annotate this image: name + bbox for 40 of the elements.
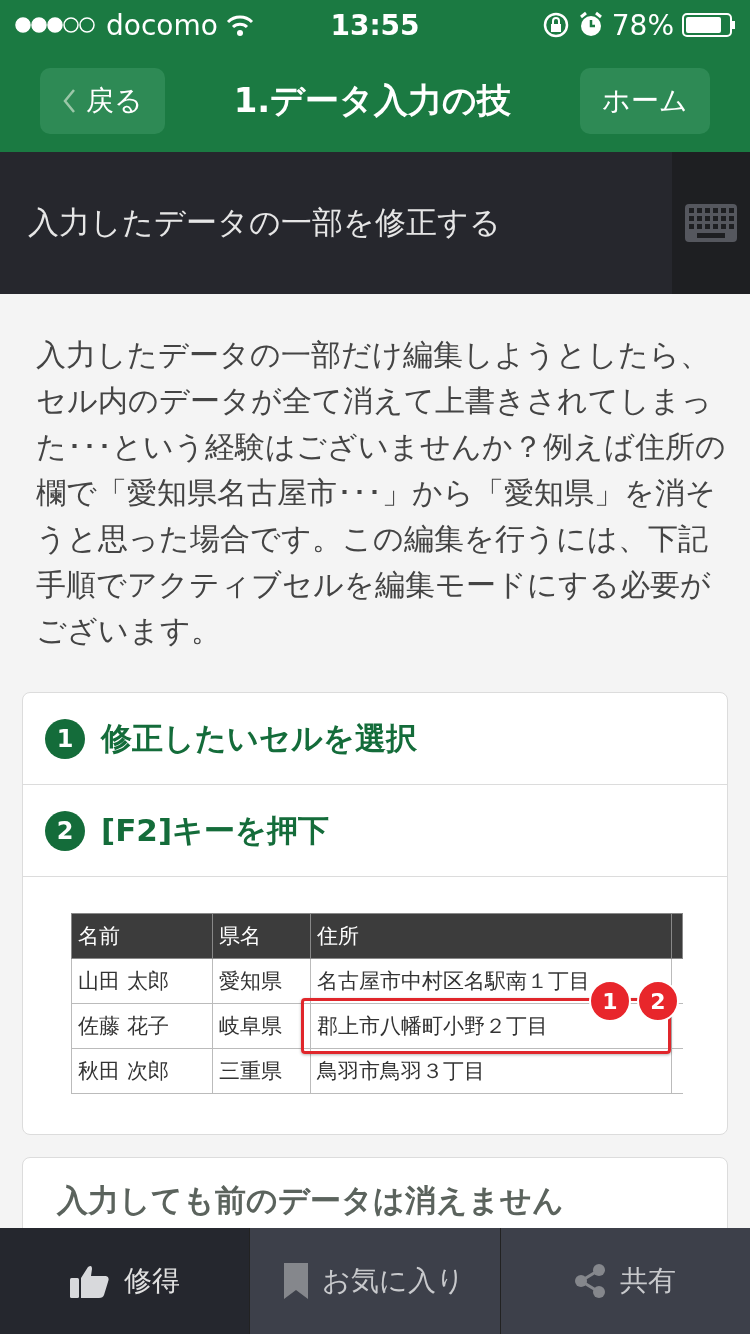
table-cell: 三重県	[212, 1048, 311, 1094]
tab-item[interactable]: 修得	[0, 1228, 250, 1334]
home-button[interactable]: ホーム	[580, 68, 710, 134]
column-header	[671, 913, 683, 959]
section-title: 入力したデータの一部を修正する	[27, 203, 502, 242]
table-cell: 愛知県	[212, 958, 311, 1004]
table-cell: 秋田 次郎	[71, 1048, 213, 1094]
intro-paragraph: 入力したデータの一部だけ編集しようとしたら、セル内のデータが全て消えて上書きされてしまった･･･という経験はございませんか？例えば住所の欄で「愛知県名古屋市･･･」から「愛知県」を消そうと思った場合です。この編集を行うには、下記手順でアクティブセルを編集モードにする必要がございます。	[36, 336, 727, 650]
signal-icon	[14, 16, 98, 34]
rotation-lock-icon	[541, 11, 570, 39]
tab-item[interactable]: お気に入り	[249, 1228, 500, 1334]
column-header: 住所	[310, 913, 672, 959]
bookmark-icon	[284, 1263, 309, 1299]
step-number: 2	[45, 810, 85, 851]
share-icon	[574, 1263, 607, 1299]
keyboard-button[interactable]	[672, 152, 750, 294]
thumbs-up-icon	[69, 1264, 110, 1298]
table-cell: 佐藤 花子	[71, 1003, 213, 1049]
table-cell: 岐阜県	[212, 1003, 311, 1049]
column-header: 県名	[212, 913, 311, 959]
step-number: 1	[45, 718, 85, 759]
page-title: 1.データ入力の技	[233, 79, 512, 122]
carrier-name: docomo	[106, 8, 218, 42]
wifi-icon	[225, 14, 254, 36]
table-cell: 山田 太郎	[71, 958, 213, 1004]
column-header: 名前	[71, 913, 213, 959]
table-cell: 鳥羽市鳥羽３丁目	[310, 1048, 672, 1094]
clock-time: 13:55	[330, 8, 420, 42]
step-badge: 2	[637, 980, 679, 1022]
step-title: [F2]キーを押下	[101, 810, 330, 850]
back-button[interactable]: 戻る	[40, 68, 165, 134]
battery-icon	[682, 13, 736, 37]
battery-percent: 78%	[611, 8, 674, 42]
chevron-left-icon	[62, 88, 76, 114]
alarm-icon	[577, 11, 604, 39]
step-title: 修正したいセルを選択	[101, 718, 417, 758]
card-title: 入力しても前のデータは消えません	[57, 1182, 564, 1218]
tab-item[interactable]: 共有	[499, 1228, 750, 1334]
step-badge: 1	[589, 980, 631, 1022]
keyboard-icon	[685, 204, 737, 242]
